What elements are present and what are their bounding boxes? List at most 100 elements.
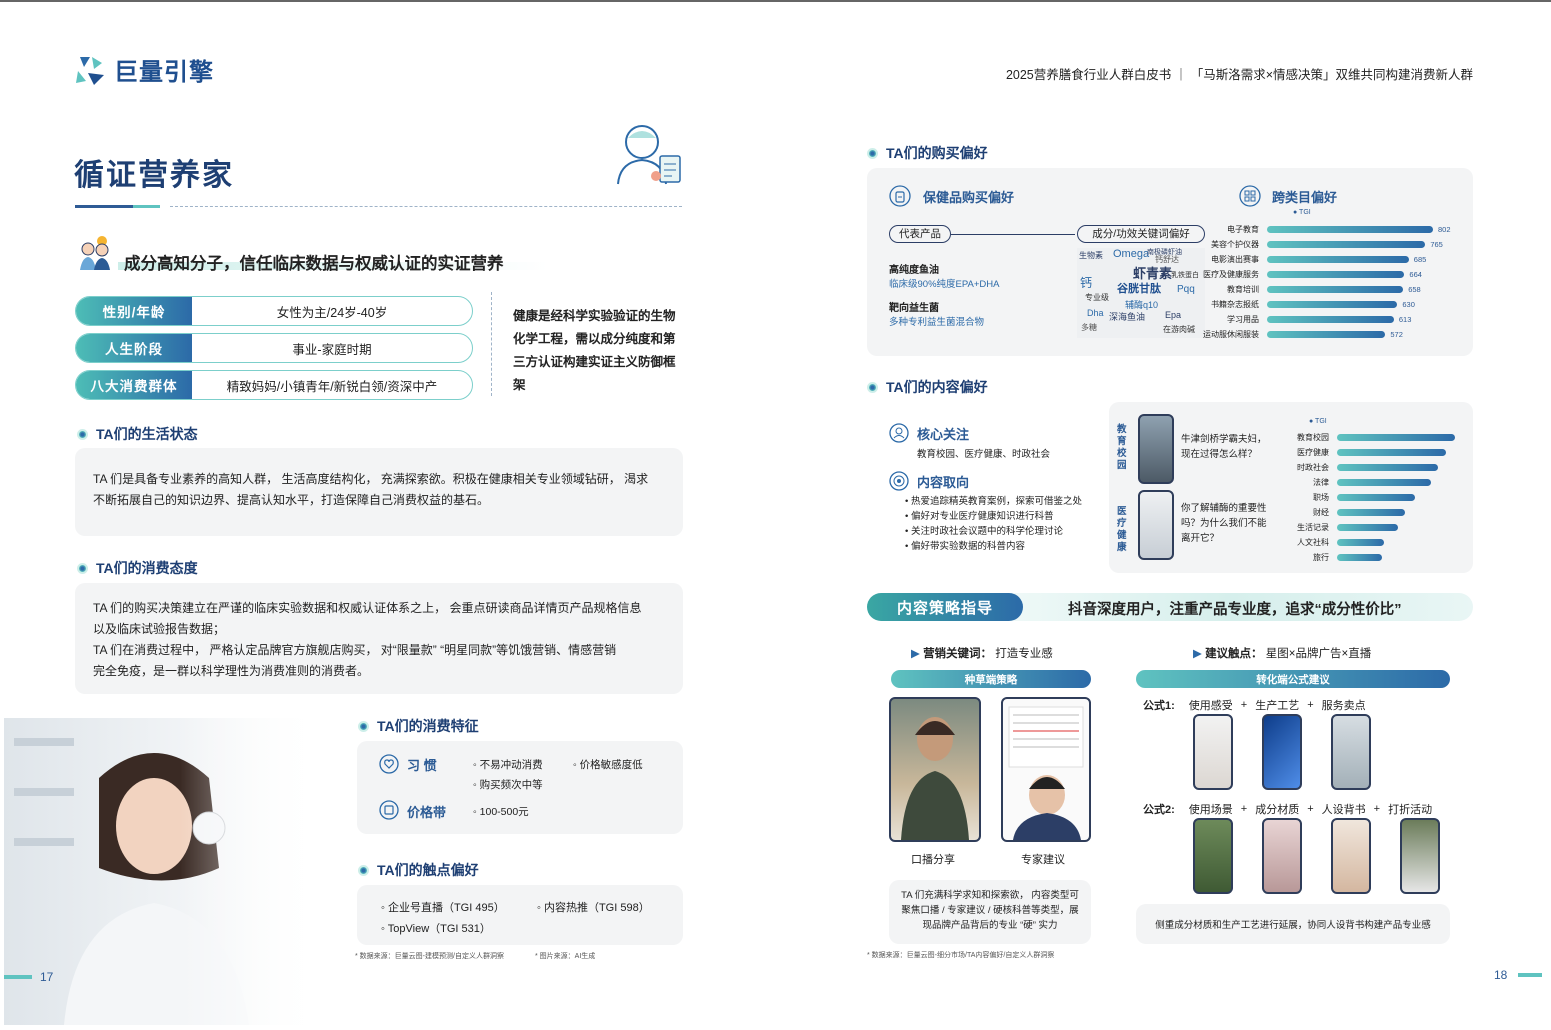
- plus-sign: +: [1307, 699, 1314, 711]
- rep-product-label: 代表产品: [889, 225, 951, 243]
- section-title: TA们的内容偏好: [886, 379, 988, 395]
- suggested-touch: ▶ 建议触点： 星图×品牌广告×直播: [1193, 645, 1371, 661]
- price-item: ◦ 100-500元: [473, 806, 529, 818]
- formula-thumbnail[interactable]: [1400, 818, 1440, 894]
- bar: [1337, 434, 1455, 441]
- formula-thumbnail[interactable]: [1262, 818, 1302, 894]
- formula-item: 使用感受: [1188, 700, 1233, 712]
- bar-label: 电子教育: [1227, 225, 1259, 234]
- bar-label: 旅行: [1313, 553, 1329, 562]
- section-touch: TA们的触点偏好: [358, 860, 479, 880]
- title-divider: [170, 206, 682, 207]
- formula-thumbnail[interactable]: [1262, 714, 1302, 790]
- subhead: 成分高知分子，信任临床数据与权威认证的实证营养: [124, 255, 504, 273]
- bar: [1267, 316, 1394, 323]
- formula-label: 公式1:: [1143, 700, 1175, 712]
- formula-thumbnail[interactable]: [1193, 818, 1233, 894]
- page-number: 18: [1494, 968, 1508, 982]
- bar: [1267, 286, 1404, 293]
- data-source: * 数据来源：巨量云图-建模预测/自定义人群洞察: [355, 953, 504, 960]
- bar-label: 运动服休闲服装: [1203, 330, 1259, 339]
- target-icon: [889, 471, 909, 491]
- suggested-touch-label: 建议触点：: [1205, 648, 1263, 660]
- title-underline-accent: [133, 205, 160, 208]
- bar-label: 书籍杂志报纸: [1211, 300, 1259, 309]
- bullet-icon: [358, 720, 369, 732]
- video-thumbnail-expert[interactable]: [1001, 697, 1091, 842]
- bar-value: 572: [1390, 330, 1403, 339]
- plus-sign: +: [1373, 803, 1381, 815]
- bar: [1337, 554, 1382, 561]
- bar-row: 时政社会: [1257, 460, 1467, 475]
- bullet-icon: [867, 147, 878, 159]
- section-title: TA们的购买偏好: [886, 145, 988, 161]
- bar: [1337, 509, 1406, 516]
- profile-value: 精致妈妈/小镇青年/新锐白领/资深中产: [226, 379, 438, 394]
- list-item: • 偏好对专业医疗健康知识进行科普: [905, 511, 1054, 522]
- video-thumbnail-talk[interactable]: [889, 697, 981, 842]
- tgi-legend: ● TGI: [1309, 418, 1327, 425]
- wordcloud-word: 专业级: [1085, 293, 1109, 302]
- video-thumbnail[interactable]: [1138, 414, 1174, 484]
- bar-label: 教育培训: [1227, 285, 1259, 294]
- habit-item: ◦ 不易冲动消费: [473, 759, 543, 771]
- strategy-tag: 内容策略指导: [867, 593, 1023, 621]
- bar-label: 电影演出赛事: [1211, 255, 1259, 264]
- content-video-card: 教育校园 牛津剑桥学霸夫妇，现在过得怎么样？ 医疗健康 你了解辅酶的重要性吗？为…: [1109, 402, 1473, 573]
- profile-divider: [491, 292, 492, 396]
- data-source: * 数据来源：巨量云图-细分市场/TA内容偏好/自定义人群洞察: [867, 952, 1055, 959]
- wordcloud-word: 深海鱼油: [1109, 312, 1146, 322]
- wordcloud-word: 钙: [1080, 276, 1093, 290]
- content-interest-chart: 教育校园 医疗健康 时政社会 法律 职场 财经 生活记录 人文社科 旅行: [1257, 430, 1467, 565]
- formula-thumbnail[interactable]: [1331, 818, 1371, 894]
- bar-value: 802: [1438, 225, 1451, 234]
- bar: [1337, 524, 1399, 531]
- bar-row: 电子教育 802: [1187, 222, 1467, 237]
- bar-row: 运动服休闲服装 572: [1187, 327, 1467, 342]
- features-card: 习 惯 ◦ 不易冲动消费 ◦ 价格敏感度低 ◦ 购买频次中等 价格带 ◦ 100…: [357, 741, 683, 834]
- formula-item: 人设背书: [1321, 804, 1366, 816]
- section-attitude: TA们的消费态度: [77, 558, 198, 578]
- strategy-headline: 抖音深度用户，注重产品专业度，追求“成分性价比”: [1068, 602, 1402, 618]
- logo-icon: [76, 56, 104, 85]
- bar: [1267, 331, 1386, 338]
- formula-thumbnail[interactable]: [1193, 714, 1233, 790]
- user-focus-icon: [889, 423, 909, 443]
- bar-label: 教育校园: [1297, 433, 1329, 442]
- section-purchase: TA们的购买偏好: [867, 143, 988, 163]
- video-title: 牛津剑桥学霸夫妇，现在过得怎么样？: [1181, 434, 1267, 460]
- health-line: 健康是经科学实验验证的生物: [513, 309, 676, 323]
- bar-value: 664: [1409, 270, 1422, 279]
- bar-value: 658: [1408, 285, 1421, 294]
- wordcloud-word: 多糖: [1081, 323, 1097, 332]
- tgi-legend-label: TGI: [1299, 209, 1311, 216]
- attitude-card: TA 们的购买决策建立在严谨的临床实验数据和权威认证体系之上， 会重点研读商品详…: [75, 583, 683, 694]
- plus-sign: +: [1240, 699, 1248, 711]
- marketing-keyword-label: 营销关键词：: [923, 648, 993, 660]
- purchase-card: 保健品购买偏好 代表产品 成分/功效关键词偏好 高纯度鱼油 临床级90%纯度EP…: [867, 168, 1473, 356]
- profile-tag: 人生阶段: [76, 334, 192, 362]
- bar: [1337, 539, 1385, 546]
- video-thumbnail[interactable]: [1138, 490, 1174, 560]
- bar-label: 医疗健康: [1297, 448, 1329, 457]
- category-grid-icon: [1239, 185, 1261, 207]
- bar-row: 教育培训 658: [1187, 282, 1467, 297]
- bar-value: 685: [1413, 255, 1427, 264]
- suggested-touch-value: 星图×品牌广告×直播: [1265, 648, 1372, 660]
- bar: [1337, 449, 1446, 456]
- health-line: 架: [513, 378, 526, 392]
- formula-label: 公式2:: [1143, 804, 1175, 816]
- bar-label: 时政社会: [1297, 463, 1329, 472]
- list-item: • 关注时政社会议题中的科学伦理讨论: [905, 526, 1063, 537]
- product-desc: 临床级90%纯度EPA+DHA: [889, 279, 1000, 290]
- list-item-text: 热爱追踪精英教育案例，探索可借鉴之处: [910, 496, 1082, 507]
- plus-sign: +: [1307, 803, 1314, 815]
- doctor-icon: [617, 125, 681, 185]
- caption-expert: 专家建议: [1021, 854, 1065, 866]
- formula-thumbnail[interactable]: [1331, 714, 1371, 790]
- product-name: 靶向益生菌: [889, 303, 939, 314]
- bar-row: 电影演出赛事 685: [1187, 252, 1467, 267]
- profile-value: 女性为主/24岁-40岁: [276, 305, 388, 320]
- profile-row-stage: 人生阶段 事业-家庭时期: [75, 333, 473, 363]
- supplement-bottle-icon: [889, 185, 911, 207]
